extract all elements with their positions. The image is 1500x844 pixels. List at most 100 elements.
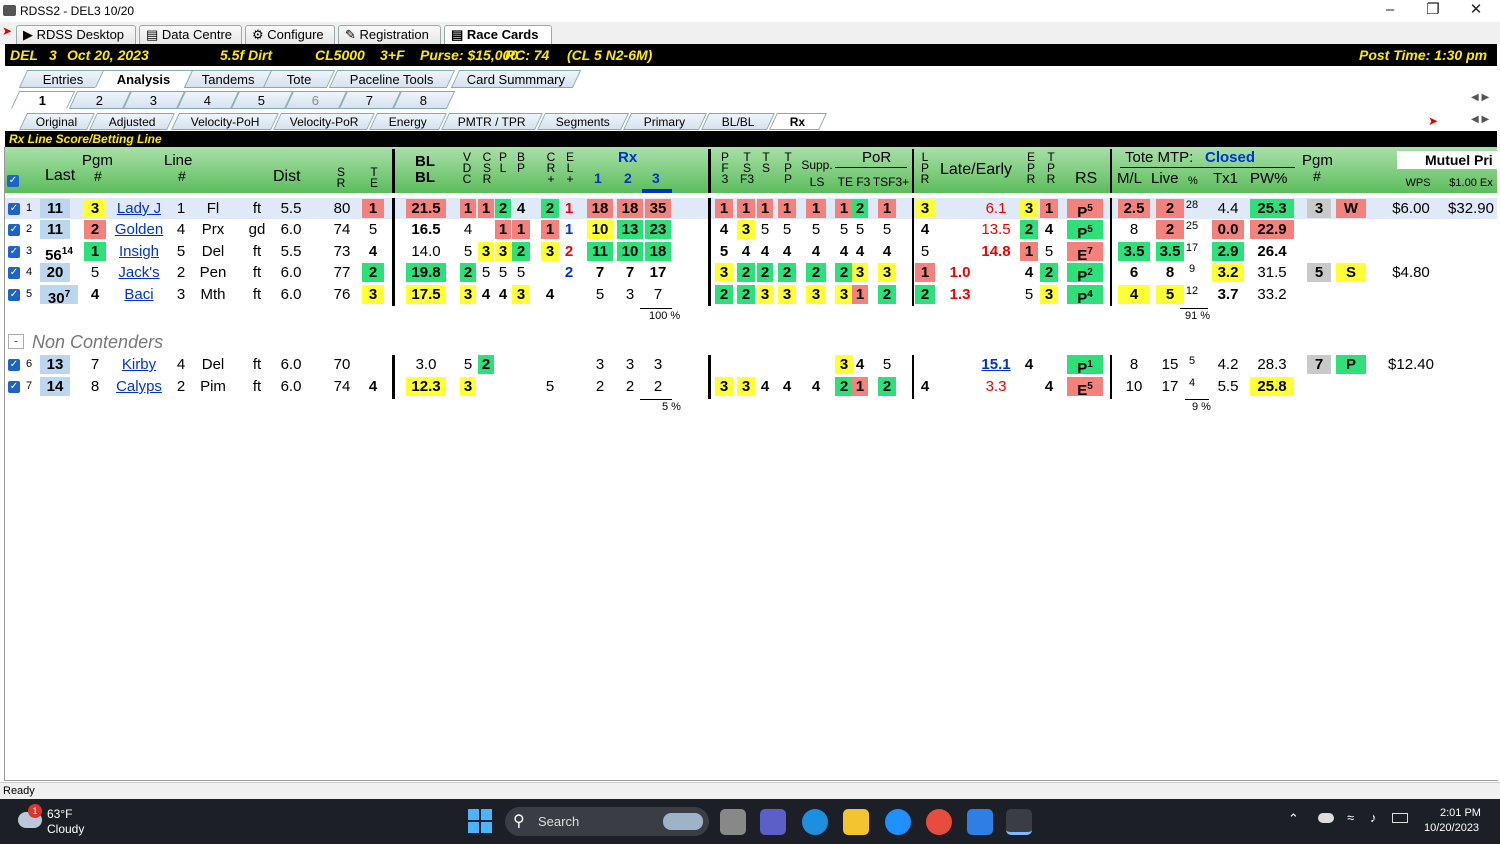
scroll-arrows-icon[interactable]: ◀ ▶	[1471, 92, 1489, 103]
cell-pct: 5	[1188, 355, 1196, 367]
select-all-checkbox[interactable]: ✓	[7, 175, 19, 187]
cell-ls: 5	[811, 221, 821, 238]
cell-el: 1	[564, 221, 574, 238]
tab-segments[interactable]: Segments	[537, 113, 629, 130]
tote-status: Closed	[1205, 149, 1256, 166]
cell-ml: 8	[1129, 221, 1139, 238]
file-explorer-icon[interactable]	[843, 809, 869, 835]
tab-configure[interactable]: ⚙ Configure	[245, 25, 335, 44]
cell-name[interactable]: Lady J	[110, 199, 168, 218]
volume-icon[interactable]: ♪	[1370, 810, 1377, 825]
restore-icon[interactable]: ❐	[1413, 0, 1453, 22]
cell-dist: 5.5	[280, 243, 302, 260]
tab-velocity-poh[interactable]: Velocity-PoH	[171, 113, 279, 130]
cell-pct: 17	[1185, 242, 1199, 254]
close-icon[interactable]: ✕	[1456, 0, 1496, 22]
row-checkbox[interactable]: ✓	[8, 203, 20, 215]
minimize-icon[interactable]: –	[1370, 0, 1410, 22]
cell-pl: 5	[498, 264, 508, 281]
tab-race-8[interactable]: 8	[392, 91, 456, 109]
divider	[708, 149, 711, 193]
help-icon[interactable]	[885, 809, 911, 835]
export-icon[interactable]: ➤	[1428, 114, 1438, 128]
tab-race-6[interactable]: 6	[284, 91, 348, 109]
task-view-icon[interactable]	[720, 809, 746, 835]
tab-analysis[interactable]: Analysis	[94, 70, 194, 88]
tab-primary[interactable]: Primary	[623, 113, 707, 130]
tab-race-2[interactable]: 2	[68, 91, 132, 109]
tab-pmtr-tpr[interactable]: PMTR / TPR	[441, 113, 543, 130]
tab-data-centre[interactable]: ▤ Data Centre	[139, 25, 242, 44]
cell-name[interactable]: Kirby	[110, 355, 168, 374]
hdr-te: T E	[369, 165, 378, 190]
wifi-icon[interactable]: ≈	[1347, 810, 1354, 825]
cell-name[interactable]: Baci	[110, 285, 168, 304]
cell-cr: 1	[541, 220, 559, 239]
tab-label: Analysis	[117, 72, 171, 87]
row-checkbox[interactable]: ✓	[8, 359, 20, 371]
cell-rx2: 10	[617, 242, 643, 261]
cell-name[interactable]: Jack's	[110, 263, 168, 282]
tab-label: 5	[258, 93, 266, 108]
tab-adjusted[interactable]: Adjusted	[89, 113, 175, 130]
tab-blbl[interactable]: BL/BL	[701, 113, 775, 130]
edge-icon[interactable]	[802, 809, 828, 835]
card-icon: ▤	[451, 27, 467, 42]
taskbar-search[interactable]: ⚲ Search	[505, 807, 709, 836]
tab-race-4[interactable]: 4	[176, 91, 240, 109]
hdr-csr: C S R	[482, 150, 492, 186]
cell-dist: 6.0	[280, 264, 302, 281]
tab-velocity-por[interactable]: Velocity-PoR	[273, 113, 375, 130]
cell-csr: 3	[478, 242, 494, 261]
cell-tpp: 4	[782, 378, 792, 395]
row-checkbox[interactable]: ✓	[8, 267, 20, 279]
cell-pct: 9	[1188, 263, 1196, 275]
teams-icon[interactable]	[760, 809, 786, 835]
tab-race-5[interactable]: 5	[230, 91, 294, 109]
cell-pgm2: 7	[1307, 355, 1331, 374]
row-checkbox[interactable]: ✓	[8, 381, 20, 393]
window-title: RDSS2 - DEL3 10/20	[20, 4, 135, 18]
tab-tandems[interactable]: Tandems	[183, 70, 273, 88]
cell-name[interactable]: Insigh	[110, 242, 168, 261]
cell-rx1: 18	[587, 199, 613, 218]
tab-tote[interactable]: Tote	[262, 70, 336, 88]
tab-rx[interactable]: Rx	[769, 113, 827, 130]
tab-energy[interactable]: Energy	[369, 113, 447, 130]
hdr-te-f3: TE F3	[837, 175, 871, 189]
cell-el: 1	[564, 200, 574, 217]
row-checkbox[interactable]: ✓	[8, 289, 20, 301]
tab-entries[interactable]: Entries	[18, 70, 108, 88]
cell-lpr: 4	[920, 221, 930, 238]
cell-f3: 4	[855, 356, 865, 373]
chrome-icon[interactable]	[926, 809, 952, 835]
tab-original[interactable]: Original	[19, 113, 95, 130]
rx-total-1: 100 %	[649, 310, 681, 322]
tab-rdss-desktop[interactable]: ▶ RDSS Desktop	[16, 25, 136, 44]
row-checkbox[interactable]: ✓	[8, 224, 20, 236]
collapse-button[interactable]: -	[8, 334, 24, 349]
tab-card-summary[interactable]: Card Summmary	[450, 70, 582, 88]
tab-race-1[interactable]: 1	[10, 91, 76, 109]
cell-name[interactable]: Calyps	[110, 377, 168, 396]
onedrive-icon[interactable]	[1318, 813, 1334, 823]
cell-vdc: 1	[460, 199, 476, 218]
chevron-up-icon[interactable]: ⌃	[1288, 811, 1299, 827]
row-checkbox[interactable]: ✓	[8, 246, 20, 258]
hdr-mutuel: Mutuel Pri	[1425, 152, 1493, 168]
tab-race-cards[interactable]: ▤ Race Cards	[444, 25, 552, 44]
cell-cond: ft	[252, 200, 262, 217]
battery-icon[interactable]	[1392, 813, 1408, 823]
tab-race-3[interactable]: 3	[122, 91, 186, 109]
database-icon: ▤	[146, 27, 162, 42]
rdss-app-icon[interactable]	[1006, 809, 1032, 835]
cell-f3: 1	[852, 377, 868, 396]
cell-name[interactable]: Golden	[110, 220, 168, 239]
tab-paceline-tools[interactable]: Paceline Tools	[328, 70, 456, 88]
total-underline	[1185, 399, 1209, 400]
windows-start-icon[interactable]	[468, 809, 492, 833]
scroll-arrows-icon[interactable]: ◀ ▶	[1471, 114, 1489, 125]
mdp-app-icon[interactable]	[967, 809, 993, 835]
tab-registration[interactable]: ✎ Registration	[338, 25, 441, 44]
tab-race-7[interactable]: 7	[338, 91, 402, 109]
